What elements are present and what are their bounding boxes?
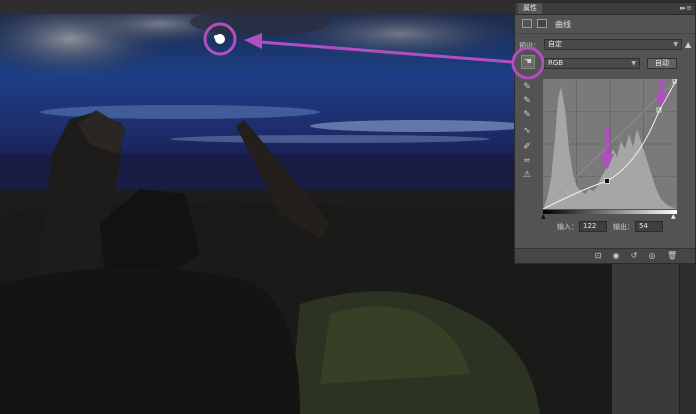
properties-panel[interactable]: 属性 ▸▸ ≡ 曲线 预设： 自定 ▼ ▲ RGB ▼ 自动 ☚ ✎ ✎ ✎ ∿… [514,2,696,264]
black-point-eyedropper-icon[interactable]: ✎ [521,81,533,93]
auto-button[interactable]: 自动 [647,58,677,69]
black-point-slider[interactable]: ▲ [541,213,546,220]
reset-icon[interactable]: ↺ [629,251,639,261]
white-point-eyedropper-icon[interactable]: ✎ [521,109,533,121]
input-field[interactable]: 122 [579,221,607,232]
channel-select-value: RGB [548,59,564,67]
gray-point-eyedropper-icon[interactable]: ✎ [521,95,533,107]
chevron-down-icon: ▼ [631,60,636,67]
white-point-slider[interactable]: ▲ [671,213,676,220]
input-gradient-slider[interactable] [543,210,677,214]
adjustment-title: 曲线 [555,20,571,29]
clipping-warning-icon[interactable]: ⚠ [521,169,533,181]
curve-edit-icon[interactable]: ∿ [521,125,533,137]
tab-properties[interactable]: 属性 [518,3,542,14]
output-field[interactable]: 54 [635,221,663,232]
output-label: 输出： [613,223,634,231]
curve-graph[interactable] [543,79,677,209]
adjustment-header [515,15,695,34]
input-label: 输入： [557,223,578,231]
document-canvas[interactable]: 属性 ▸▸ ≡ 曲线 预设： 自定 ▼ ▲ RGB ▼ 自动 ☚ ✎ ✎ ✎ ∿… [0,0,696,414]
preset-select[interactable]: 自定 ▼ [544,39,682,50]
smooth-curve-icon[interactable]: ≈ [521,155,533,167]
pencil-draw-icon[interactable]: ✐ [521,141,533,153]
trash-icon[interactable]: 🗑 [667,251,677,261]
clip-to-layer-icon[interactable]: ⊡ [593,251,603,261]
panel-menu-icon[interactable]: ▸▸ ≡ [680,3,692,14]
curves-adjustment-icon [522,19,532,28]
view-previous-icon[interactable]: ◉ [611,251,621,261]
preset-label: 预设： [519,42,540,50]
panel-tab-bar: 属性 ▸▸ ≡ [515,3,695,15]
layer-mask-icon[interactable] [537,19,547,28]
panel-footer: ⊡ ◉ ↺ ◎ 🗑 [515,248,695,263]
preset-select-value: 自定 [548,40,562,48]
channel-select[interactable]: RGB ▼ [544,58,640,69]
on-image-adjust-icon[interactable]: ☚ [521,55,535,69]
panel-scroll-icon[interactable]: ▲ [685,40,691,49]
curve-point [604,178,610,184]
visibility-eye-icon[interactable]: ◎ [647,251,657,261]
chevron-down-icon: ▼ [673,41,678,48]
